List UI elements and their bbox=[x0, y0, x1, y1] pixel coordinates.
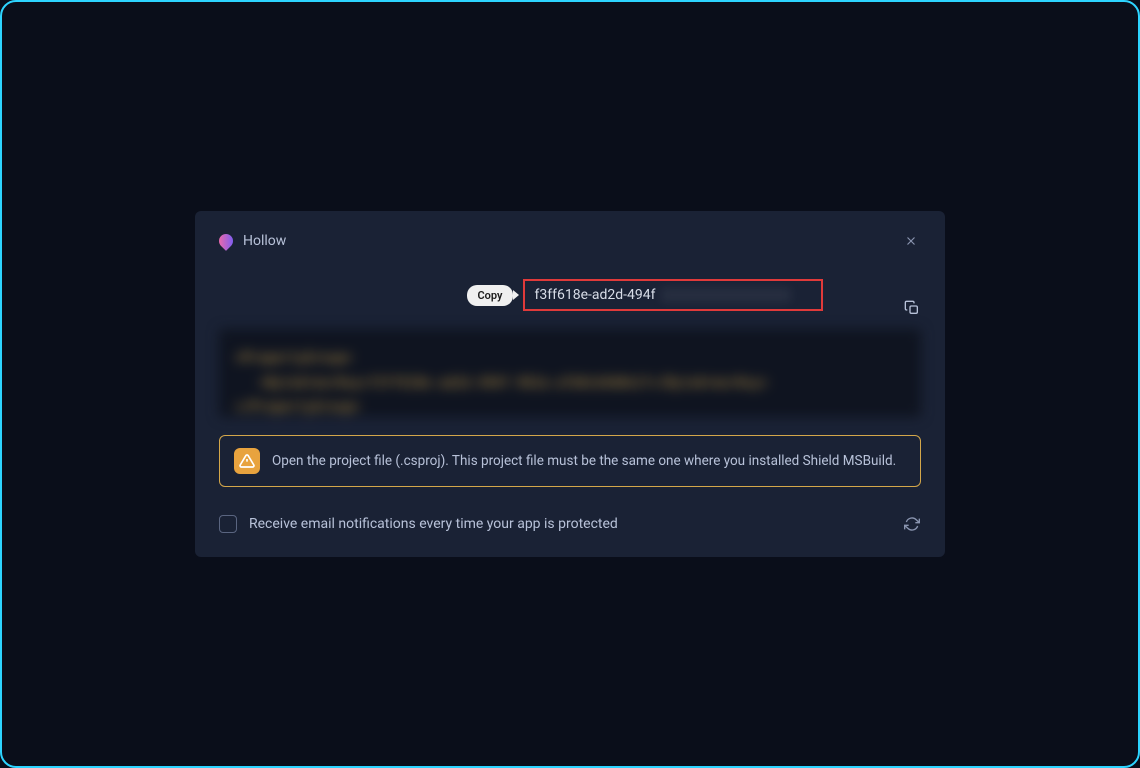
code-line: </PropertyGroup> bbox=[235, 396, 905, 417]
code-line: <ByteArmorKey>f3ff618e-ad2d-494f-962a-a7… bbox=[235, 372, 905, 397]
close-button[interactable] bbox=[901, 231, 921, 251]
checkbox-row: Receive email notifications every time y… bbox=[219, 515, 921, 533]
email-notify-checkbox[interactable] bbox=[219, 515, 237, 533]
api-key-box: f3ff618e-ad2d-494f bbox=[523, 279, 823, 311]
dialog-title: Hollow bbox=[243, 233, 286, 249]
alert-text: Open the project file (.csproj). This pr… bbox=[272, 453, 896, 469]
flame-icon bbox=[216, 231, 236, 251]
title-group: Hollow bbox=[219, 233, 286, 249]
code-block: <PropertyGroup> <ByteArmorKey>f3ff618e-a… bbox=[219, 329, 921, 417]
api-key-masked bbox=[661, 288, 791, 302]
refresh-icon[interactable] bbox=[903, 515, 921, 533]
api-key-visible: f3ff618e-ad2d-494f bbox=[535, 287, 656, 303]
checkbox-label: Receive email notifications every time y… bbox=[249, 516, 618, 532]
checkbox-group: Receive email notifications every time y… bbox=[219, 515, 618, 533]
copy-button[interactable]: Copy bbox=[467, 285, 512, 306]
warning-icon bbox=[234, 448, 260, 474]
copy-icon[interactable] bbox=[903, 299, 921, 317]
settings-dialog: Hollow Copy f3ff618e-ad2d-494f <Property… bbox=[195, 211, 945, 557]
dialog-header: Hollow bbox=[219, 231, 921, 251]
key-row: Copy f3ff618e-ad2d-494f bbox=[219, 279, 921, 311]
code-line: <PropertyGroup> bbox=[235, 347, 905, 372]
alert-box: Open the project file (.csproj). This pr… bbox=[219, 435, 921, 487]
